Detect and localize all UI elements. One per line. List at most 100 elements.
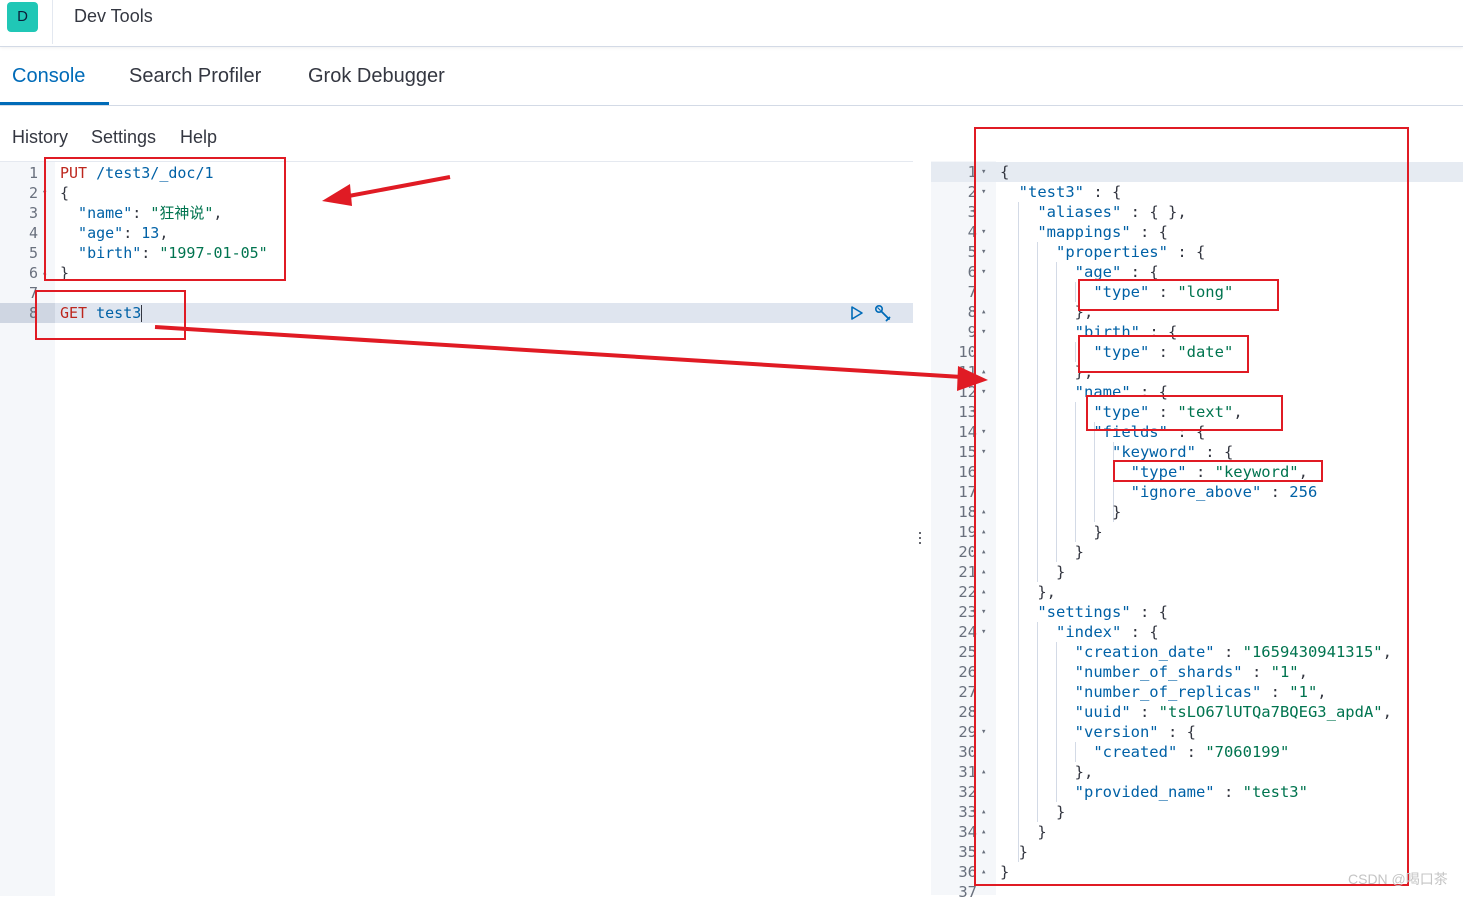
fold-open-icon[interactable]: ▾	[981, 602, 986, 622]
fold-close-icon[interactable]: ▴	[981, 362, 986, 382]
fold-open-icon[interactable]: ▾	[981, 722, 986, 742]
fold-close-icon[interactable]: ▴	[981, 842, 986, 862]
code-text: "age": 13,	[60, 223, 168, 243]
line-number: 5	[967, 243, 977, 261]
fold-open-icon[interactable]: ▾	[981, 622, 986, 642]
code-text: "name": "狂神说",	[60, 203, 222, 223]
tab-console[interactable]: Console	[12, 65, 85, 88]
code-text: },	[1000, 762, 1094, 782]
code-text: {	[1000, 162, 1009, 182]
line-number: 8	[28, 304, 38, 322]
editor-line[interactable]: 1 PUT /test3/_doc/1	[0, 163, 913, 183]
output-line: 31 ▴ },	[931, 762, 1463, 782]
output-line: 30 "created" : "7060199"	[931, 742, 1463, 762]
fold-close-icon[interactable]: ▴	[981, 862, 986, 882]
code-token: :	[1149, 343, 1178, 361]
editor-line[interactable]: 4 "age": 13,	[0, 223, 913, 243]
fold-open-icon[interactable]: ▾	[981, 422, 986, 442]
fold-close-icon[interactable]: ▴	[981, 502, 986, 522]
line-number: 32	[958, 783, 977, 801]
line-number: 37	[958, 883, 977, 901]
code-token: :	[1149, 283, 1178, 301]
code-token: "type"	[1000, 283, 1150, 301]
code-text: "settings" : {	[1000, 602, 1168, 622]
code-text: "keyword" : {	[1000, 442, 1233, 462]
help-link[interactable]: Help	[180, 127, 217, 148]
code-text: },	[1000, 362, 1094, 382]
line-number: 6	[28, 264, 38, 282]
fold-close-icon[interactable]: ▴	[981, 522, 986, 542]
fold-close-icon[interactable]: ▴	[981, 562, 986, 582]
fold-close-icon[interactable]: ▴	[981, 302, 986, 322]
fold-open-icon[interactable]: ▾	[42, 183, 47, 203]
code-text: "type" : "text",	[1000, 402, 1242, 422]
output-line: 33 ▴ }	[931, 802, 1463, 822]
code-token: : {	[1130, 383, 1168, 401]
fold-open-icon[interactable]: ▾	[981, 262, 986, 282]
code-token: "mappings"	[1000, 223, 1131, 241]
code-token: :	[123, 224, 142, 242]
editor-line[interactable]: 8 GET test3	[0, 303, 913, 323]
code-token: "keyword"	[1000, 443, 1196, 461]
fold-close-icon[interactable]: ▴	[981, 802, 986, 822]
code-text: "type" : "date"	[1000, 342, 1233, 362]
fold-open-icon[interactable]: ▾	[981, 322, 986, 342]
code-token: }	[1000, 843, 1028, 861]
output-line: 23 ▾ "settings" : {	[931, 602, 1463, 622]
code-token: :	[1130, 703, 1159, 721]
play-icon[interactable]	[849, 305, 865, 321]
line-number: 3	[967, 203, 977, 221]
code-text: {	[60, 183, 69, 203]
fold-open-icon[interactable]: ▾	[981, 382, 986, 402]
tab-grok-debugger[interactable]: Grok Debugger	[308, 65, 445, 88]
line-number: 7	[28, 284, 38, 302]
fold-open-icon[interactable]: ▾	[981, 222, 986, 242]
editor-line[interactable]: 5 "birth": "1997-01-05"	[0, 243, 913, 263]
request-editor[interactable]: 1 PUT /test3/_doc/1 2 ▾{3 "name": "狂神说", 4 "…	[0, 161, 913, 896]
settings-link[interactable]: Settings	[91, 127, 156, 148]
code-token: },	[1000, 763, 1094, 781]
editor-line[interactable]: 3 "name": "狂神说",	[0, 203, 913, 223]
fold-open-icon[interactable]: ▾	[981, 442, 986, 462]
header-divider	[52, 0, 53, 44]
code-token: "1659430941315"	[1242, 643, 1383, 661]
output-line: 11 ▴ },	[931, 362, 1463, 382]
code-text: }	[1000, 842, 1028, 862]
output-line: 1 ▾ {	[931, 162, 1463, 182]
fold-close-icon[interactable]: ▴	[981, 762, 986, 782]
line-number: 2	[967, 183, 977, 201]
code-text: "properties" : {	[1000, 242, 1205, 262]
output-line: 7 "type" : "long"	[931, 282, 1463, 302]
code-token: "date"	[1177, 343, 1234, 361]
code-token: },	[1000, 363, 1094, 381]
editor-line[interactable]: 2 ▾ {	[0, 183, 913, 203]
vertical-dots-icon[interactable]	[916, 530, 924, 546]
code-text: "aliases" : { },	[1000, 202, 1186, 222]
app-badge[interactable]: D	[7, 2, 38, 32]
code-token: {	[60, 184, 70, 202]
code-token: : {	[1130, 223, 1168, 241]
tab-search-profiler[interactable]: Search Profiler	[129, 65, 261, 88]
fold-close-icon[interactable]: ▴	[981, 542, 986, 562]
wrench-icon[interactable]	[873, 304, 893, 324]
code-token: 13	[141, 224, 160, 242]
code-token: "aliases"	[1000, 203, 1122, 221]
line-number: 27	[958, 683, 977, 701]
code-token: :	[1261, 483, 1290, 501]
line-number: 5	[28, 244, 38, 262]
editor-line[interactable]: 7	[0, 283, 913, 303]
fold-open-icon[interactable]: ▾	[981, 242, 986, 262]
history-link[interactable]: History	[12, 127, 68, 148]
editor-line[interactable]: 6 ▴}	[0, 263, 913, 283]
fold-open-icon[interactable]: ▾	[981, 182, 986, 202]
fold-open-icon[interactable]: ▾	[981, 162, 986, 182]
code-token: "creation_date"	[1000, 643, 1215, 661]
code-token: "type"	[1000, 343, 1150, 361]
fold-close-icon[interactable]: ▴	[42, 263, 47, 283]
output-line: 34 ▴ }	[931, 822, 1463, 842]
fold-close-icon[interactable]: ▴	[981, 582, 986, 602]
code-token: "1"	[1289, 683, 1318, 701]
fold-close-icon[interactable]: ▴	[981, 822, 986, 842]
code-token: "number_of_replicas"	[1000, 683, 1262, 701]
code-token: : {	[1130, 603, 1168, 621]
